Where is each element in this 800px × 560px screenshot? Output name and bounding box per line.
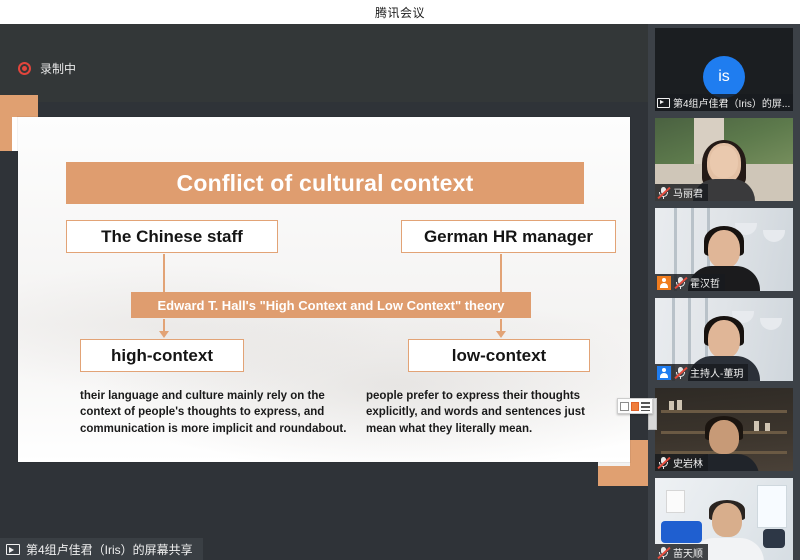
screen-share-banner: 第4组卢佳君（Iris）的屏幕共享 — [0, 538, 203, 560]
participant-namebar: 马丽君 — [655, 184, 708, 201]
box-low-context: low-context — [408, 339, 590, 372]
box-chinese-staff: The Chinese staff — [66, 220, 278, 253]
box-german-hr-manager: German HR manager — [401, 220, 616, 253]
box-high-context-label: high-context — [111, 346, 213, 366]
mic-muted-icon — [657, 186, 670, 199]
participant-tile[interactable]: 史岩林 — [655, 388, 793, 471]
paragraph-low-context: people prefer to express their thoughts … — [366, 388, 611, 437]
co-host-badge-icon — [657, 276, 671, 290]
participants-rail[interactable]: is 第4组卢佳君（Iris）的屏... 马丽君 — [648, 24, 800, 560]
shared-slide-frame: Conflict of cultural context The Chinese… — [0, 95, 648, 485]
theory-banner: Edward T. Hall's "High Context and Low C… — [131, 292, 531, 318]
stage-top-strip — [0, 24, 648, 102]
window-title: 腾讯会议 — [375, 4, 425, 21]
tencent-meeting-window: 腾讯会议 录制中 Conflict of cultural context Th… — [0, 0, 800, 560]
mic-muted-icon — [657, 456, 670, 469]
connector-right-upper — [500, 254, 502, 292]
participant-namebar: 第4组卢佳君（Iris）的屏... — [655, 94, 793, 111]
participant-tile[interactable]: 主持人-董玥 — [655, 298, 793, 381]
avatar: is — [703, 56, 745, 98]
participant-name: 霍汉哲 — [690, 275, 720, 290]
participant-namebar: 主持人-董玥 — [655, 364, 748, 381]
window-title-bar: 腾讯会议 — [0, 0, 800, 24]
mic-muted-icon — [674, 276, 687, 289]
mic-muted-icon — [657, 546, 670, 559]
host-badge-icon — [657, 366, 671, 380]
box-chinese-staff-label: The Chinese staff — [101, 227, 243, 247]
arrow-down-left-icon — [159, 331, 169, 338]
paragraph-high-context: their language and culture mainly rely o… — [80, 388, 348, 437]
participant-tile[interactable]: 苗天顺 — [655, 478, 793, 560]
arrow-down-right-icon — [496, 331, 506, 338]
screen-share-icon — [6, 544, 20, 555]
participant-tile[interactable]: 霍汉哲 — [655, 208, 793, 291]
participant-tile[interactable]: is 第4组卢佳君（Iris）的屏... — [655, 28, 793, 111]
participant-tile[interactable]: 马丽君 — [655, 118, 793, 201]
participant-name: 主持人-董玥 — [690, 365, 743, 380]
mic-muted-icon — [674, 366, 687, 379]
screen-share-icon — [657, 98, 670, 108]
record-dot-icon — [18, 62, 31, 75]
participant-namebar: 史岩林 — [655, 454, 708, 471]
participant-name: 苗天顺 — [673, 545, 703, 560]
slide-title: Conflict of cultural context — [177, 170, 474, 197]
slide-title-banner: Conflict of cultural context — [66, 162, 584, 204]
annotate-icon[interactable] — [631, 402, 640, 411]
recording-label: 录制中 — [40, 60, 76, 77]
avatar-initials: is — [718, 68, 730, 86]
screen-share-label: 第4组卢佳君（Iris）的屏幕共享 — [26, 541, 193, 558]
more-options-icon[interactable] — [641, 402, 650, 411]
recording-indicator[interactable]: 录制中 — [18, 60, 76, 77]
box-high-context: high-context — [80, 339, 244, 372]
snapshot-icon[interactable] — [620, 402, 629, 411]
box-low-context-label: low-context — [452, 346, 546, 366]
participant-name: 马丽君 — [673, 185, 703, 200]
theory-label: Edward T. Hall's "High Context and Low C… — [158, 298, 505, 313]
participant-namebar: 霍汉哲 — [655, 274, 725, 291]
participant-namebar: 苗天顺 — [655, 544, 708, 560]
floating-annotation-toolbar[interactable] — [617, 398, 653, 414]
participant-name: 史岩林 — [673, 455, 703, 470]
participant-name: 第4组卢佳君（Iris）的屏... — [673, 95, 790, 110]
presentation-slide: Conflict of cultural context The Chinese… — [18, 117, 630, 462]
box-german-hr-manager-label: German HR manager — [424, 227, 593, 247]
connector-left-upper — [163, 254, 165, 292]
